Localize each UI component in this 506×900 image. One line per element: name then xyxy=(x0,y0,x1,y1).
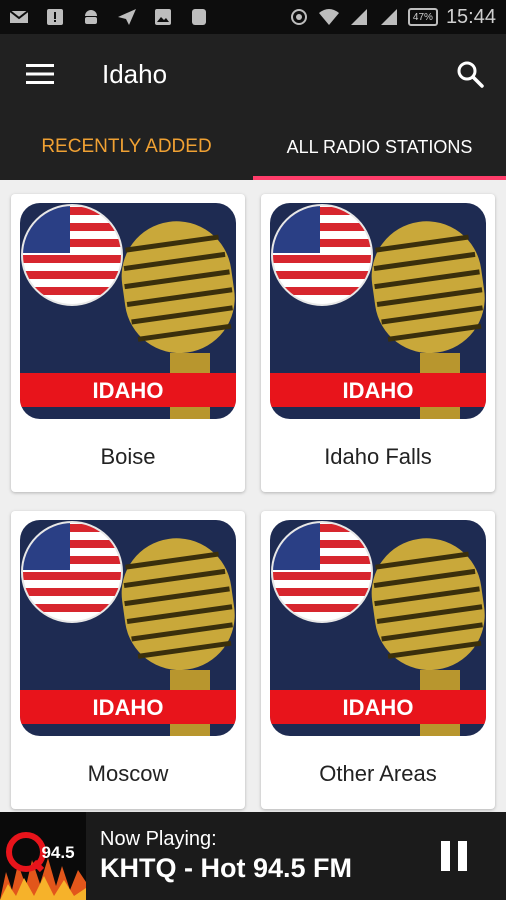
tab-bar: RECENTLY ADDED ALL RADIO STATIONS xyxy=(0,114,506,180)
search-button[interactable] xyxy=(452,56,488,92)
idaho-radio-image: IDAHO xyxy=(270,520,486,736)
card-label: Idaho Falls xyxy=(324,444,432,469)
pause-button[interactable] xyxy=(436,836,472,876)
app-icon xyxy=(188,8,210,26)
idaho-radio-image: IDAHO xyxy=(270,203,486,419)
station-logo: 94.5 xyxy=(0,812,86,900)
search-icon xyxy=(457,61,484,88)
tab-all-radio-stations[interactable]: ALL RADIO STATIONS xyxy=(253,114,506,180)
now-playing-station: KHTQ - Hot 94.5 FM xyxy=(100,853,353,883)
signal-icon xyxy=(348,8,370,26)
card-badge-text: IDAHO xyxy=(343,378,414,403)
signal-icon-2 xyxy=(378,8,400,26)
alert-icon xyxy=(44,8,66,26)
android-icon xyxy=(80,8,102,26)
idaho-radio-image: IDAHO xyxy=(20,520,236,736)
tab-label: ALL RADIO STATIONS xyxy=(286,136,473,157)
pause-icon xyxy=(441,836,467,876)
page-title: Idaho xyxy=(102,58,168,89)
tab-recently-added[interactable]: RECENTLY ADDED xyxy=(0,114,253,180)
wifi-icon xyxy=(318,8,340,26)
card-label: Moscow xyxy=(87,761,169,786)
app-toolbar: Idaho xyxy=(0,34,506,114)
clock: 15:44 xyxy=(445,5,496,28)
image-icon xyxy=(152,8,174,26)
now-playing-label: Now Playing: xyxy=(100,828,217,850)
card-badge-text: IDAHO xyxy=(343,695,414,720)
card-boise[interactable]: IDAHO Boise xyxy=(11,194,245,492)
sync-icon xyxy=(288,8,310,26)
email-icon xyxy=(8,8,30,26)
station-grid: IDAHO Boise IDAHO Idaho Falls IDAHO Mosc… xyxy=(0,180,506,812)
status-bar: 47% 15:44 xyxy=(0,0,506,34)
card-badge-text: IDAHO xyxy=(93,695,164,720)
card-moscow[interactable]: IDAHO Moscow xyxy=(11,511,245,809)
station-logo-text: 94.5 xyxy=(41,843,74,862)
card-badge-text: IDAHO xyxy=(93,378,164,403)
card-label: Other Areas xyxy=(319,761,437,786)
tab-label: RECENTLY ADDED xyxy=(41,136,212,157)
card-other-areas[interactable]: IDAHO Other Areas xyxy=(261,511,495,809)
hamburger-menu-icon xyxy=(26,64,54,84)
send-icon xyxy=(116,8,138,26)
card-idaho-falls[interactable]: IDAHO Idaho Falls xyxy=(261,194,495,492)
card-label: Boise xyxy=(100,444,156,469)
menu-button[interactable] xyxy=(20,54,60,94)
battery-indicator: 47% xyxy=(407,8,438,26)
now-playing-bar[interactable]: 94.5 Now Playing: KHTQ - Hot 94.5 FM xyxy=(0,812,506,900)
idaho-radio-image: IDAHO xyxy=(20,203,236,419)
